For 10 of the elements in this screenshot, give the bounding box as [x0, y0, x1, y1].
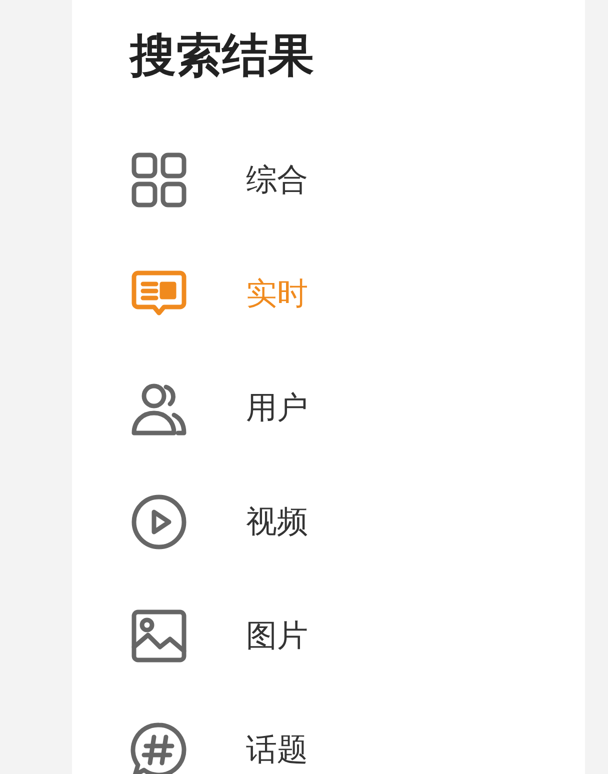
category-tab[interactable]: 视频	[130, 493, 308, 551]
category-tab[interactable]: 话题	[130, 721, 308, 774]
category-tab[interactable]: 用户	[130, 379, 308, 437]
hashtag-icon	[130, 721, 188, 774]
page-title: 搜索结果	[130, 27, 314, 84]
play-icon	[130, 493, 188, 551]
category-tab[interactable]: 综合	[130, 151, 308, 209]
grid-icon	[130, 151, 188, 209]
image-icon	[130, 607, 188, 665]
category-tab[interactable]: 图片	[130, 607, 308, 665]
